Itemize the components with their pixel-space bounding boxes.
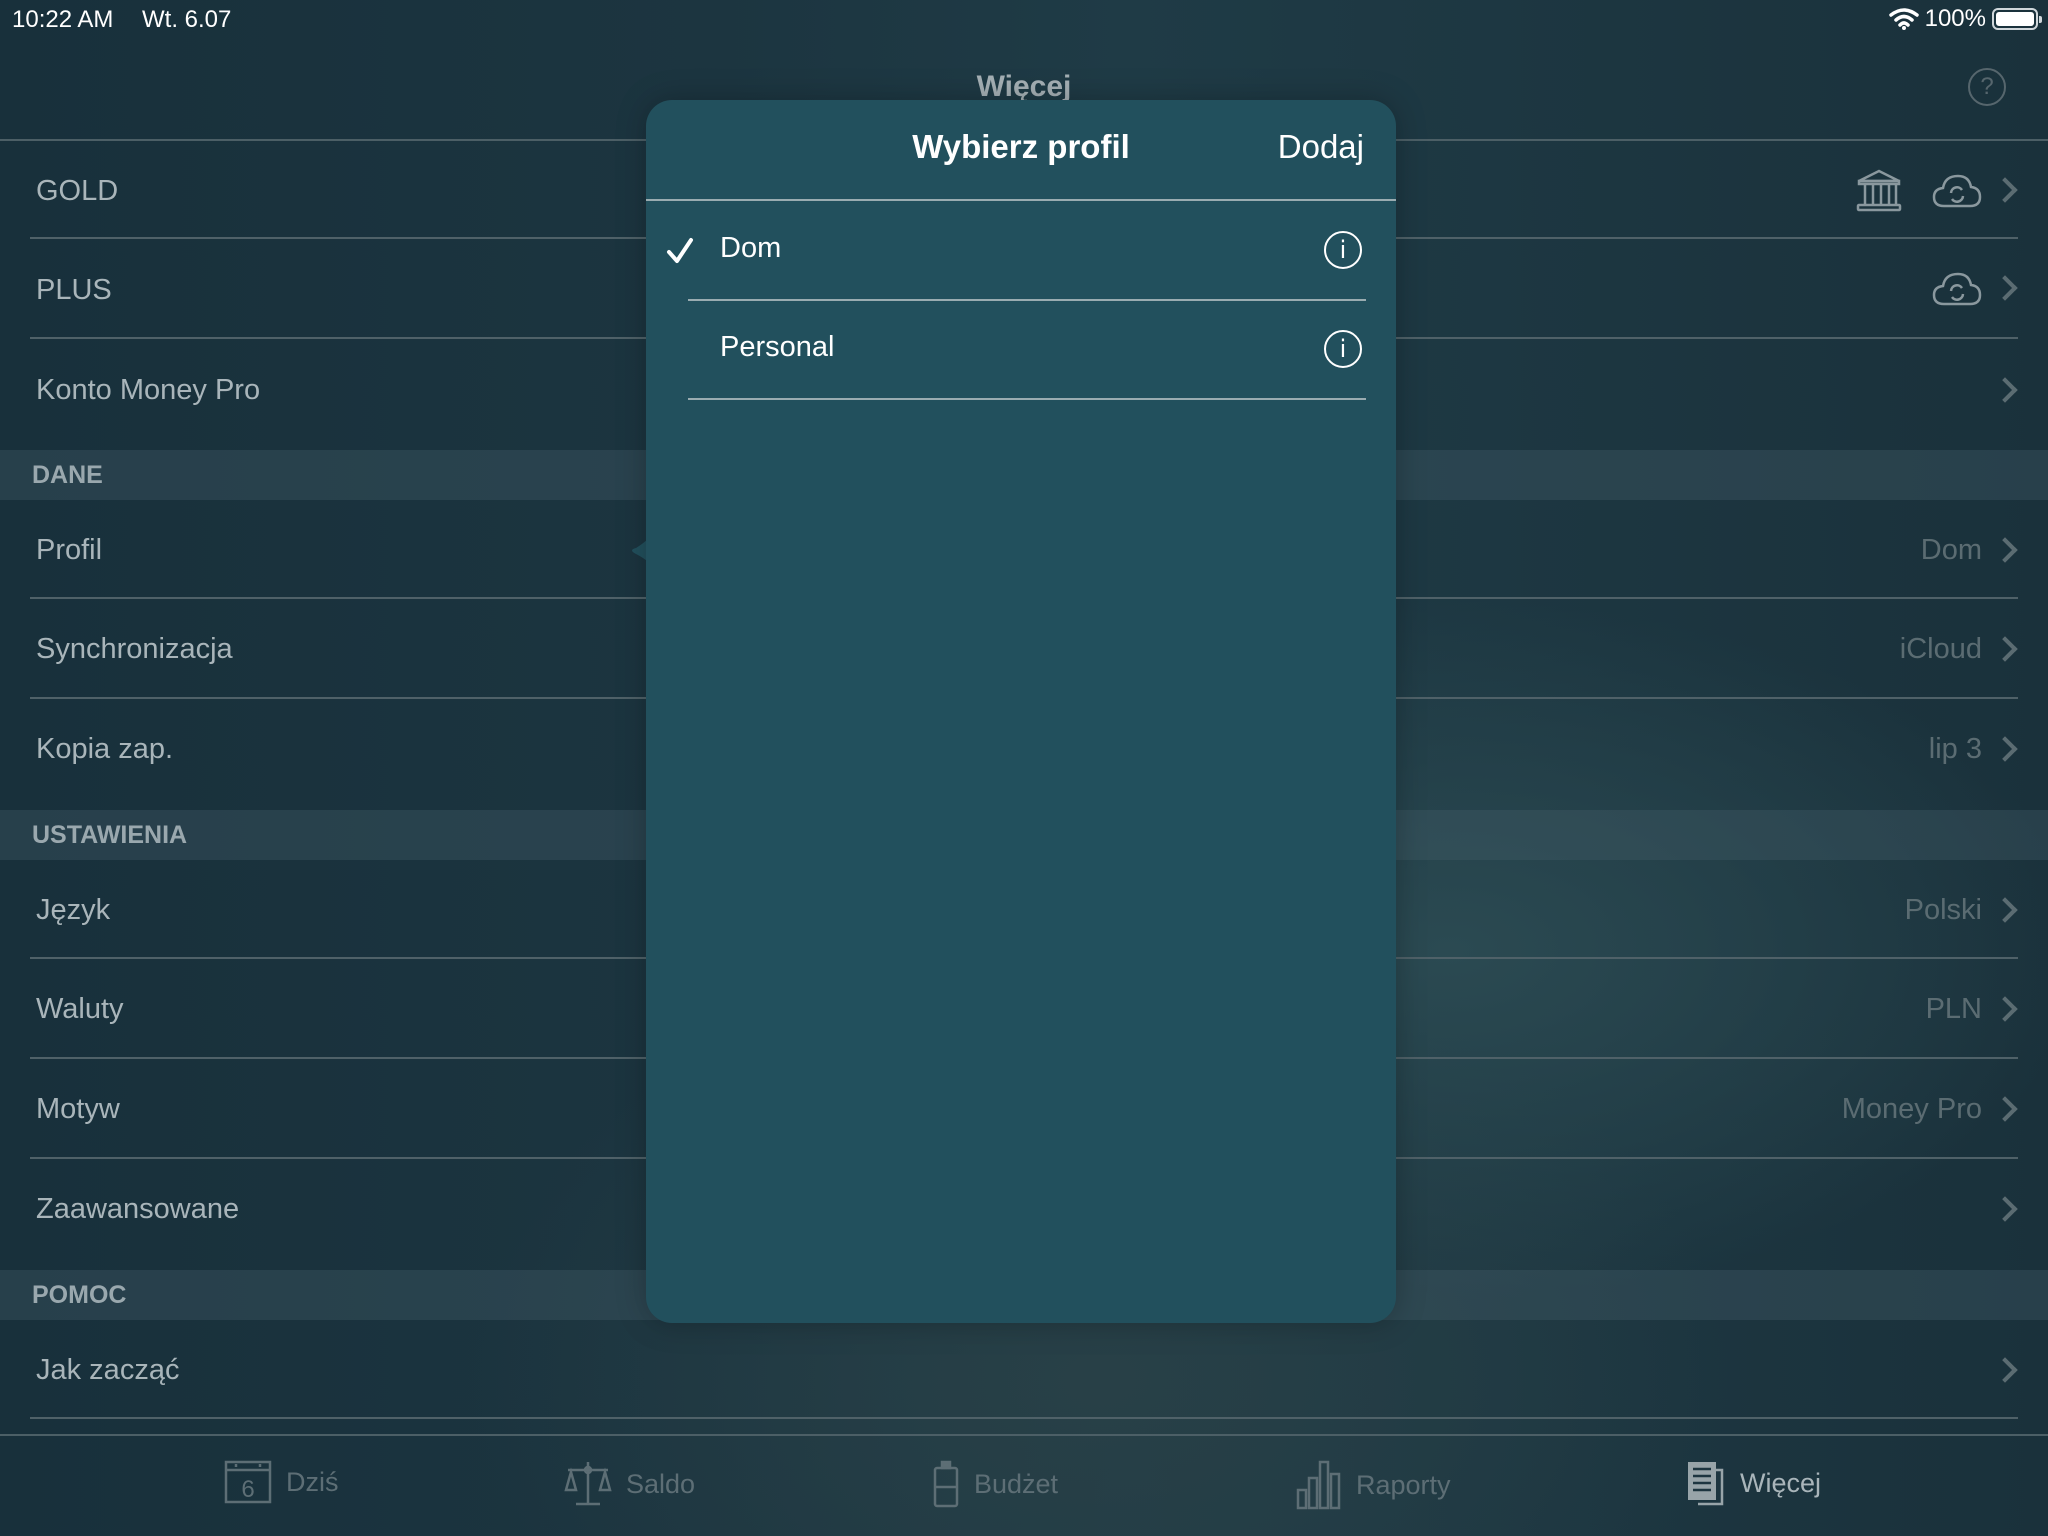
row-label: Waluty [36, 993, 124, 1025]
row-label: Synchronizacja [36, 633, 233, 665]
row-label: Kopia zap. [36, 733, 174, 765]
cloud-sync-icon [1932, 174, 1982, 208]
status-time: 10:22 AM [12, 6, 114, 33]
row-value: Money Pro [1841, 1093, 1982, 1125]
tab-saldo[interactable]: Saldo [564, 1460, 695, 1508]
tab-label: Więcej [1740, 1467, 1822, 1498]
add-profile-button[interactable]: Dodaj [1278, 128, 1364, 166]
tab-label: Budżet [974, 1468, 1059, 1499]
profile-row-dom[interactable]: Dom i [646, 201, 1396, 301]
chevron-right-icon [1992, 275, 2018, 301]
chevron-right-icon [1992, 897, 2018, 923]
row-label: Zaawansowane [36, 1193, 240, 1225]
tab-raporty[interactable]: Raporty [1296, 1460, 1451, 1510]
tab-label: Dziś [286, 1466, 339, 1497]
row-label: GOLD [36, 175, 119, 207]
document-icon [1688, 1462, 1724, 1506]
row-value: Dom [1920, 534, 1982, 566]
profile-row-personal[interactable]: Personal i [646, 300, 1396, 400]
page-title: Więcej [976, 70, 1072, 103]
chevron-right-icon [1992, 177, 2018, 203]
list-row-jak-zaczac[interactable]: Jak zacząć [0, 1320, 2048, 1419]
profile-row-divider [688, 398, 1366, 400]
section-title: DANE [32, 461, 103, 489]
section-title: USTAWIENIA [32, 821, 188, 849]
tab-wiecej[interactable]: Więcej [1686, 1460, 1821, 1506]
chevron-right-icon [1992, 377, 2018, 403]
row-divider [30, 1417, 2018, 1419]
tab-label: Saldo [626, 1468, 696, 1499]
row-value: PLN [1925, 993, 1982, 1025]
profile-popover: Wybierz profil Dodaj Dom i Personal i [646, 100, 1396, 1323]
calendar-icon: 6 [224, 1460, 272, 1504]
chevron-right-icon [1992, 1357, 2018, 1383]
row-label: Konto Money Pro [36, 374, 261, 406]
bank-icon [1856, 169, 1902, 212]
battery-icon [1992, 8, 2042, 30]
wifi-icon [1888, 8, 1919, 30]
chevron-right-icon [1992, 636, 2018, 662]
chevron-right-icon [1992, 996, 2018, 1022]
status-bar: 10:22 AM Wt. 6.07 100% [0, 0, 2048, 40]
help-button[interactable]: ? [1968, 68, 2006, 106]
profile-name: Personal [720, 331, 835, 363]
chevron-right-icon [1992, 1196, 2018, 1222]
tab-label: Raporty [1356, 1469, 1451, 1500]
row-value: iCloud [1899, 633, 1982, 665]
row-label: Język [36, 894, 111, 926]
battery-fill [1996, 12, 2034, 26]
svg-text:6: 6 [241, 1476, 254, 1503]
checkmark-icon [667, 238, 693, 263]
chevron-right-icon [1992, 736, 2018, 762]
info-icon[interactable]: i [1324, 231, 1362, 269]
cloud-sync-icon [1932, 272, 1982, 306]
row-value: lip 3 [1928, 733, 1982, 765]
row-label: PLUS [36, 274, 112, 306]
battery-percent: 100% [1924, 5, 1986, 32]
budget-jar-icon [933, 1460, 959, 1508]
scales-icon [564, 1462, 612, 1506]
info-icon[interactable]: i [1324, 330, 1362, 368]
profile-name: Dom [720, 232, 782, 264]
row-icons [1932, 271, 1982, 307]
row-label: Motyw [36, 1093, 120, 1125]
row-icons [1856, 169, 1982, 213]
status-date: Wt. 6.07 [142, 6, 232, 33]
chevron-right-icon [1992, 537, 2018, 563]
tab-bar: 6 Dziś Saldo Budżet Raporty Więcej [0, 1436, 2048, 1536]
status-right: 100% [1888, 5, 2042, 33]
bar-chart-icon [1296, 1460, 1341, 1510]
row-label: Jak zacząć [36, 1354, 180, 1386]
tab-dzis[interactable]: 6 Dziś [224, 1460, 339, 1504]
section-title: POMOC [32, 1281, 127, 1309]
tab-budzet[interactable]: Budżet [932, 1460, 1058, 1508]
row-label: Profil [36, 534, 103, 566]
row-value: Polski [1904, 894, 1982, 926]
chevron-right-icon [1992, 1096, 2018, 1122]
